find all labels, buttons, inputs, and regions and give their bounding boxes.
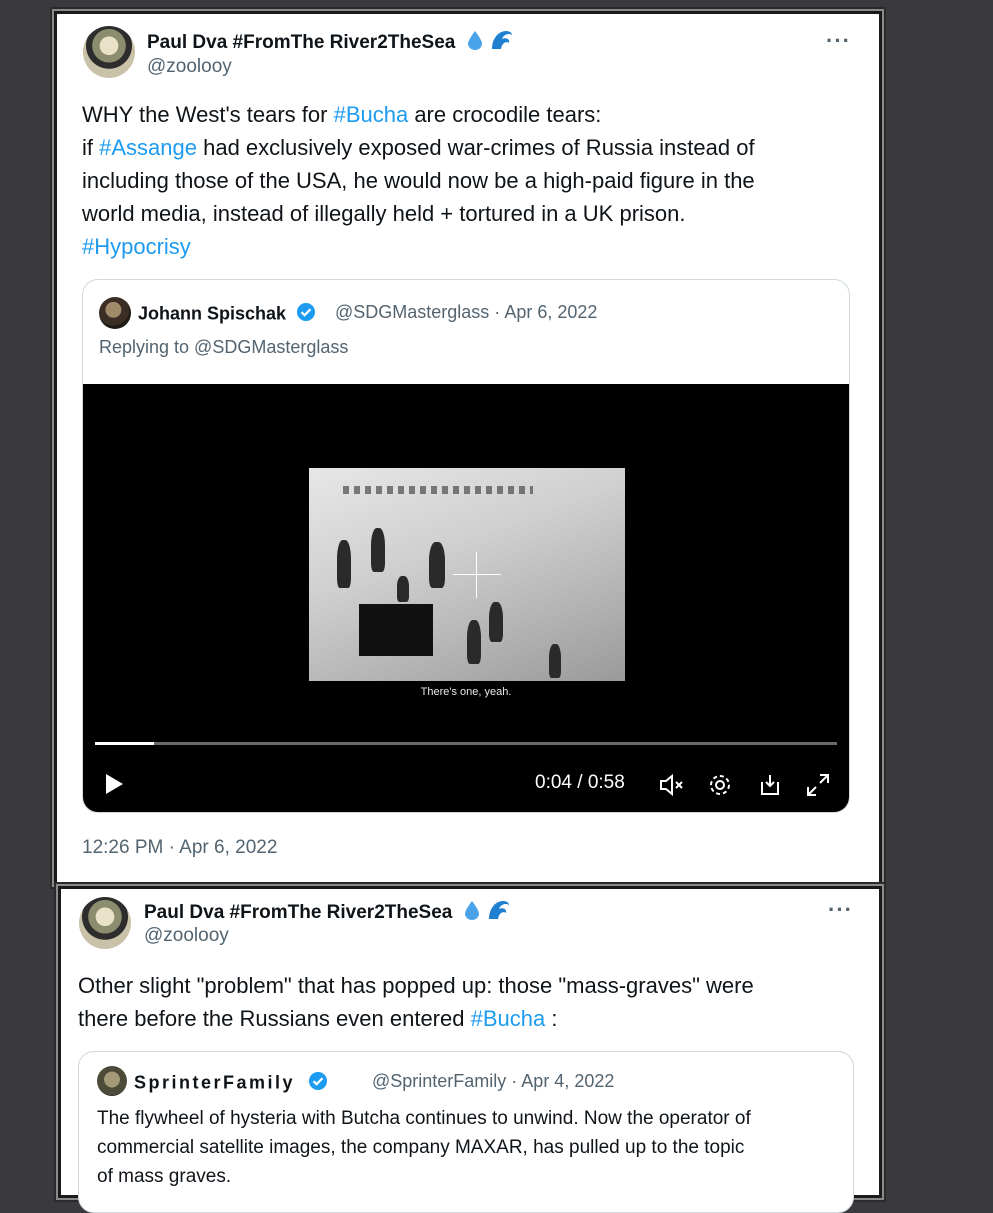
tweet-text-segment: there before the Russians even entered [78,1006,471,1031]
tweet-card-1: Paul Dva #FromThe River2TheSea @zoolooy … [54,11,882,885]
quoted-author-name-row[interactable]: Johann Spischak [138,302,316,327]
quoted-handle-date[interactable]: @SDGMasterglass · Apr 6, 2022 [335,302,597,323]
quoted-author-avatar[interactable] [97,1066,127,1096]
quoted-author-name-row[interactable]: SprinterFamily [134,1071,328,1096]
droplet-icon [467,30,483,56]
video-player[interactable]: There's one, yeah. 0:04 / 0:58 [83,384,849,812]
author-avatar[interactable] [79,897,131,949]
author-avatar[interactable] [83,26,135,78]
more-options-button[interactable]: ··· [828,897,853,923]
author-name[interactable]: Paul Dva #FromThe River2TheSea [144,902,452,923]
hashtag-bucha[interactable]: #Bucha [334,102,409,127]
verified-icon [308,1071,328,1096]
hashtag-bucha[interactable]: #Bucha [471,1006,546,1031]
quoted-author-name[interactable]: SprinterFamily [134,1072,295,1092]
quoted-text-line: The flywheel of hysteria with Butcha con… [97,1108,751,1129]
more-options-button[interactable]: ··· [826,28,851,54]
author-handle[interactable]: @zoolooy [144,925,229,947]
droplet-icon [464,900,480,926]
author-name[interactable]: Paul Dva #FromThe River2TheSea [147,32,455,53]
quoted-text-line: commercial satellite images, the company… [97,1137,745,1158]
tweet-text-segment: if [82,135,100,160]
tweet-text-line: including those of the USA, he would now… [82,168,755,193]
tweet-timestamp[interactable]: 12:26 PM · Apr 6, 2022 [82,837,277,859]
wave-icon [487,899,511,927]
tweet-body: WHY the West's tears for #Bucha are croc… [82,98,862,263]
quoted-author-name[interactable]: Johann Spischak [138,303,286,323]
tweet-text-line: world media, instead of illegally held +… [82,201,686,226]
quoted-handle-date[interactable]: @SprinterFamily · Apr 4, 2022 [372,1071,614,1092]
author-name-row[interactable]: Paul Dva #FromThe River2TheSea [147,29,514,57]
author-name-row[interactable]: Paul Dva #FromThe River2TheSea [144,899,511,927]
replying-to[interactable]: Replying to @SDGMasterglass [99,337,348,358]
pip-icon[interactable] [757,772,783,803]
wave-icon [490,29,514,57]
quoted-tweet-1[interactable]: Johann Spischak @SDGMasterglass · Apr 6,… [82,279,850,813]
tweet-body: Other slight "problem" that has popped u… [78,969,868,1035]
mute-icon[interactable] [658,772,686,803]
tweet-text-segment: : [545,1006,558,1031]
tweet-text-segment: are crocodile tears: [408,102,602,127]
author-handle[interactable]: @zoolooy [147,56,232,78]
tweet-text-line: Other slight "problem" that has popped u… [78,973,754,998]
video-progress-fill [95,742,154,745]
video-subtitle: There's one, yeah. [420,686,512,698]
tweet-text-segment: had exclusively exposed war-crimes of Ru… [196,135,755,160]
video-time: 0:04 / 0:58 [535,772,625,793]
tweet-text-segment: WHY the West's tears for [82,102,334,127]
hashtag-hypocrisy[interactable]: #Hypocrisy [82,234,191,259]
quoted-tweet-2[interactable]: SprinterFamily @SprinterFamily · Apr 4, … [78,1051,854,1213]
video-progress-bar[interactable] [95,742,837,745]
video-frame[interactable] [309,468,625,681]
quoted-text-line: of mass graves. [97,1166,232,1187]
settings-icon[interactable] [707,772,733,803]
quoted-tweet-text: The flywheel of hysteria with Butcha con… [97,1104,842,1191]
play-icon[interactable] [103,772,125,801]
verified-icon [296,302,316,327]
quoted-author-avatar[interactable] [99,297,131,329]
fullscreen-icon[interactable] [805,772,831,803]
tweet-card-2: Paul Dva #FromThe River2TheSea @zoolooy … [58,886,882,1213]
hashtag-assange[interactable]: #Assange [99,135,197,160]
